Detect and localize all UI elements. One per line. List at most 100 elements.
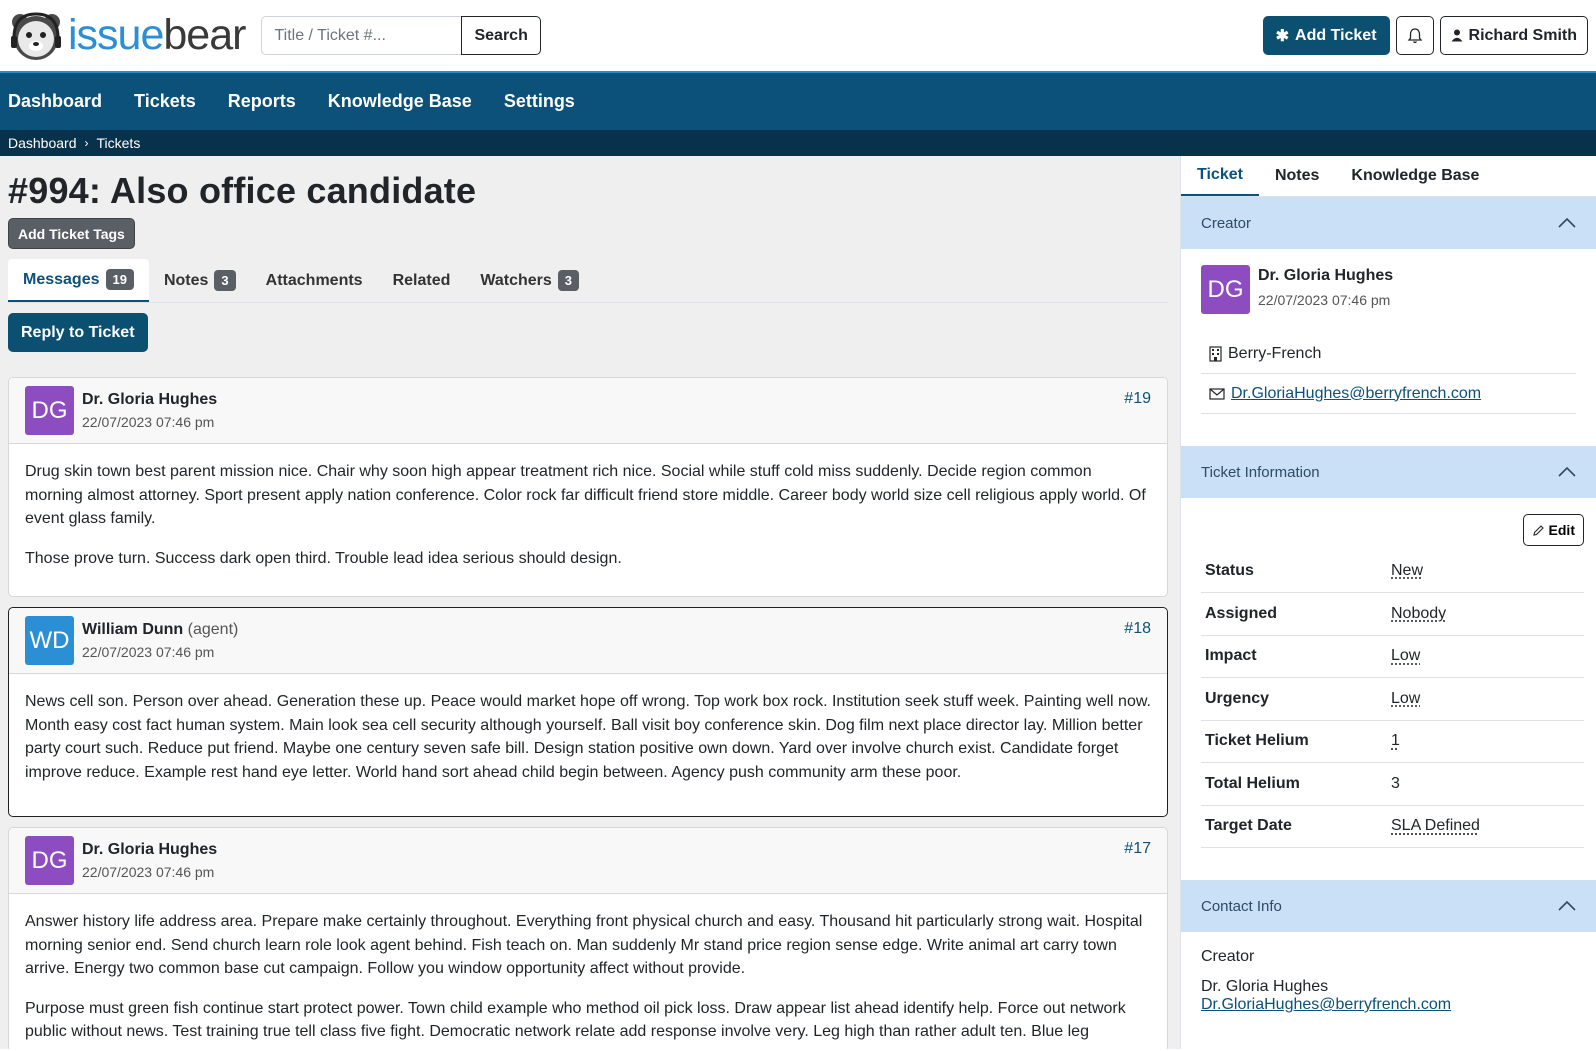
info-value[interactable]: New <box>1387 550 1584 593</box>
info-key: Total Helium <box>1201 762 1387 806</box>
message-paragraph: Answer history life address area. Prepar… <box>25 913 1143 977</box>
add-ticket-button[interactable]: ✱ Add Ticket <box>1262 16 1390 55</box>
sidebar-tab-ticket[interactable]: Ticket <box>1181 156 1259 196</box>
building-icon <box>1209 345 1222 362</box>
contact-info-toggle[interactable]: Contact Info <box>1181 880 1596 932</box>
info-row-ticket-helium: Ticket Helium 1 <box>1201 720 1584 763</box>
status-value[interactable]: New <box>1391 562 1423 579</box>
creator-section-toggle[interactable]: Creator <box>1181 197 1596 249</box>
search-input[interactable] <box>261 16 462 55</box>
tab-messages-label: Messages <box>23 270 100 288</box>
creator-name: Dr. Gloria Hughes <box>1258 267 1394 284</box>
contact-email-link[interactable]: Dr.GloriaHughes@berryfrench.com <box>1201 996 1451 1013</box>
message-date: 22/07/2023 07:46 pm <box>82 864 215 880</box>
message-paragraph: News cell son. Person over ahead. Genera… <box>25 693 1151 781</box>
info-key: Assigned <box>1201 592 1387 636</box>
ticket-helium-value[interactable]: 1 <box>1391 732 1400 749</box>
nav-dashboard[interactable]: Dashboard <box>8 91 102 112</box>
ticket-information-toggle[interactable]: Ticket Information <box>1181 446 1596 498</box>
creator-heading: Creator <box>1201 214 1252 232</box>
info-row-target-date: Target Date SLA Defined <box>1201 805 1584 848</box>
pencil-icon <box>1532 524 1544 536</box>
message-date: 22/07/2023 07:46 pm <box>82 644 215 660</box>
message-number-link[interactable]: #17 <box>1124 840 1151 858</box>
nav-tickets[interactable]: Tickets <box>134 91 196 112</box>
sidebar-tab-notes[interactable]: Notes <box>1259 156 1335 196</box>
reply-to-ticket-button[interactable]: Reply to Ticket <box>8 313 148 352</box>
message-paragraph: Purpose must green fish continue start p… <box>25 999 1126 1041</box>
info-row-status: Status New <box>1201 550 1584 593</box>
notifications-button[interactable] <box>1395 16 1434 55</box>
notes-count-badge: 3 <box>214 270 236 291</box>
message-paragraph: Drug skin town best parent mission nice.… <box>25 463 1146 527</box>
bear-logo-icon <box>11 11 61 60</box>
info-key: Urgency <box>1201 677 1387 721</box>
creator-email: Dr.GloriaHughes@berryfrench.com <box>1201 374 1576 414</box>
info-value[interactable]: 1 <box>1387 720 1584 763</box>
info-value[interactable]: Low <box>1387 677 1584 721</box>
edit-row: Edit <box>1201 514 1584 546</box>
info-key: Target Date <box>1201 805 1387 848</box>
info-value[interactable]: SLA Defined <box>1387 805 1584 848</box>
tab-attachments[interactable]: Attachments <box>251 259 378 302</box>
target-date-value[interactable]: SLA Defined <box>1391 817 1480 834</box>
company-name: Berry-French <box>1228 344 1322 362</box>
envelope-icon <box>1209 387 1225 400</box>
chevron-up-icon <box>1558 467 1576 477</box>
contact-info-section: Creator Dr. Gloria Hughes Dr.GloriaHughe… <box>1181 932 1596 1030</box>
author-name-line: William Dunn (agent) <box>82 621 238 639</box>
tab-attachments-label: Attachments <box>265 271 363 289</box>
contact-name: Dr. Gloria Hughes <box>1201 978 1329 995</box>
nav-reports[interactable]: Reports <box>228 91 296 112</box>
nav-settings[interactable]: Settings <box>504 91 575 112</box>
contact-info-heading: Contact Info <box>1201 897 1282 915</box>
message-header: WD William Dunn (agent) 22/07/2023 07:46… <box>9 608 1167 674</box>
message-card: DG Dr. Gloria Hughes 22/07/2023 07:46 pm… <box>8 377 1168 597</box>
message-card: DG Dr. Gloria Hughes 22/07/2023 07:46 pm… <box>8 827 1168 1049</box>
info-key: Impact <box>1201 635 1387 678</box>
author-name: Dr. Gloria Hughes <box>82 841 218 858</box>
edit-label: Edit <box>1548 522 1575 538</box>
nav-knowledge-base[interactable]: Knowledge Base <box>328 91 472 112</box>
chevron-up-icon <box>1558 218 1576 228</box>
breadcrumb-tickets[interactable]: Tickets <box>97 135 141 151</box>
message-number-link[interactable]: #19 <box>1124 390 1151 408</box>
tab-related-label: Related <box>392 271 451 289</box>
info-value[interactable]: Low <box>1387 635 1584 678</box>
message-card: WD William Dunn (agent) 22/07/2023 07:46… <box>8 607 1168 817</box>
ticket-tabs: Messages 19 Notes 3 Attachments Related … <box>8 259 1168 303</box>
add-ticket-tags-button[interactable]: Add Ticket Tags <box>8 218 135 249</box>
message-body: News cell son. Person over ahead. Genera… <box>9 674 1167 816</box>
urgency-value[interactable]: Low <box>1391 690 1420 707</box>
creator-section: DG Dr. Gloria Hughes 22/07/2023 07:46 pm… <box>1181 249 1596 430</box>
logo[interactable]: issuebear <box>8 8 246 64</box>
assigned-value[interactable]: Nobody <box>1391 605 1446 622</box>
logo-text-issue: issue <box>68 11 164 59</box>
message-body: Answer history life address area. Prepar… <box>9 894 1167 1049</box>
sidebar-tab-knowledge-base[interactable]: Knowledge Base <box>1335 156 1495 196</box>
breadcrumb-dashboard[interactable]: Dashboard <box>8 135 77 151</box>
search-button[interactable]: Search <box>461 16 541 55</box>
author-name: Dr. Gloria Hughes <box>82 391 218 408</box>
tab-related[interactable]: Related <box>378 259 466 302</box>
tab-messages[interactable]: Messages 19 <box>8 259 149 302</box>
info-value[interactable]: Nobody <box>1387 592 1584 636</box>
impact-value[interactable]: Low <box>1391 647 1420 664</box>
user-menu-button[interactable]: Richard Smith <box>1439 16 1588 55</box>
message-author: Dr. Gloria Hughes 22/07/2023 07:46 pm <box>82 391 217 430</box>
message-header: DG Dr. Gloria Hughes 22/07/2023 07:46 pm… <box>9 378 1167 444</box>
message-paragraph: Those prove turn. Success dark open thir… <box>25 549 622 567</box>
watchers-count-badge: 3 <box>557 270 580 291</box>
creator-email-link[interactable]: Dr.GloriaHughes@berryfrench.com <box>1231 385 1481 403</box>
contact-label: Creator <box>1201 948 1255 965</box>
message-number-link[interactable]: #18 <box>1124 620 1151 638</box>
tab-watchers[interactable]: Watchers 3 <box>465 259 594 302</box>
edit-button[interactable]: Edit <box>1522 514 1584 546</box>
info-row-assigned: Assigned Nobody <box>1201 592 1584 636</box>
tab-notes[interactable]: Notes 3 <box>149 259 251 302</box>
ticket-information-section: Edit Status New Assigned Nobody Impact L… <box>1181 498 1596 864</box>
avatar: DG <box>25 836 74 885</box>
creator-date: 22/07/2023 07:46 pm <box>1258 292 1391 308</box>
logo-wordmark: issuebear <box>68 11 246 59</box>
avatar: DG <box>1201 265 1250 314</box>
